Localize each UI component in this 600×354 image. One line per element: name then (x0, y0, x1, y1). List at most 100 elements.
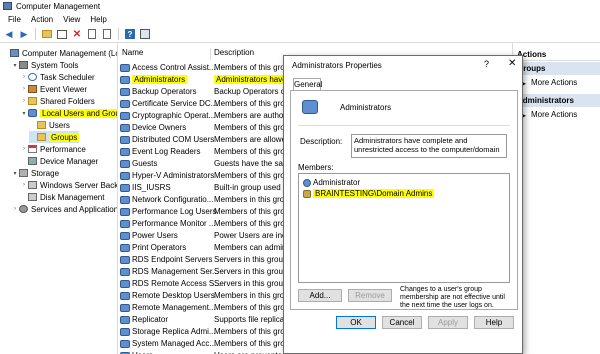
dialog-title: Administrators Properties (292, 61, 382, 70)
delete-icon[interactable]: ✕ (71, 28, 83, 40)
group-description-cell: Backup Operators can (214, 87, 294, 96)
group-name-cell: Cryptographic Operat... (132, 111, 216, 120)
group-name-cell: Performance Monitor ... (132, 219, 216, 228)
tree-item[interactable]: ▾ Storage (11, 167, 59, 179)
up-folder-icon[interactable] (41, 28, 53, 40)
more-actions-administrators[interactable]: ▸ More Actions (513, 108, 600, 121)
group-name-cell: Event Log Readers (132, 147, 201, 156)
forward-arrow-icon[interactable]: ▶ (18, 28, 30, 40)
tree-item[interactable]: › Performance (20, 143, 86, 155)
group-description-cell: Members of this grou (214, 303, 290, 312)
group-icon (120, 100, 130, 108)
user-icon (303, 178, 311, 187)
expand-arrow-icon[interactable]: › (20, 146, 28, 152)
group-name-cell: RDS Management Ser... (132, 267, 219, 276)
actions-pane: Actions Groups ▸ More Actions Administra… (512, 43, 600, 354)
group-description-cell: Members in this group (214, 291, 294, 300)
list-item[interactable]: BRAINTESTING\Domain Admins (303, 188, 435, 199)
group-description-cell: Members are allowed (214, 135, 291, 144)
tree-item-label: Local Users and Groups (40, 108, 117, 118)
group-icon (120, 340, 130, 348)
help-button[interactable]: Help (474, 316, 514, 329)
add-button[interactable]: Add... (298, 289, 342, 302)
description-field[interactable]: Administrators have complete and unrestr… (351, 134, 507, 158)
export-list-icon[interactable] (101, 28, 113, 40)
expand-arrow-icon[interactable]: › (20, 182, 28, 188)
menu-action[interactable]: Action (26, 13, 58, 26)
tree-item-label: Storage (31, 168, 60, 178)
tree-item[interactable]: Computer Management (Local (2, 47, 117, 59)
members-list[interactable]: Administrator BRAINTESTING\Domain Admins (298, 173, 510, 283)
group-icon (120, 208, 130, 216)
properties-icon[interactable] (86, 28, 98, 40)
group-description-cell: Members are authoriz (214, 111, 292, 120)
actions-section-groups[interactable]: Groups (513, 62, 600, 75)
expand-arrow-icon[interactable]: › (20, 74, 28, 80)
group-icon (120, 148, 130, 156)
event-viewer-icon (28, 85, 37, 93)
expand-arrow-icon[interactable]: › (20, 86, 28, 92)
menu-view[interactable]: View (58, 13, 85, 26)
back-arrow-icon[interactable]: ◀ (3, 28, 15, 40)
tree-item-label: Computer Management (Local (22, 48, 117, 58)
action-pane-icon[interactable] (139, 28, 151, 40)
collapse-arrow-icon[interactable]: ▾ (11, 62, 19, 69)
help-icon[interactable]: ? (124, 28, 136, 40)
tree-item[interactable]: › Shared Folders (20, 95, 95, 107)
column-divider[interactable] (210, 48, 211, 60)
tree-item[interactable]: › Services and Applications (11, 203, 117, 215)
tree-item[interactable]: ▾ Local Users and Groups (20, 107, 117, 119)
column-header-description[interactable]: Description (214, 48, 254, 57)
dialog-close-icon[interactable]: ✕ (508, 58, 516, 69)
group-icon (120, 172, 130, 180)
navigation-tree: Computer Management (Local▾System Tools›… (0, 43, 118, 354)
group-name-cell: Access Control Assist... (132, 63, 216, 72)
group-name-cell: Distributed COM Users (132, 135, 215, 144)
expand-arrow-icon[interactable]: › (20, 98, 28, 104)
tree-item[interactable]: Users (29, 119, 70, 131)
expand-arrow-icon[interactable]: › (11, 206, 19, 212)
group-icon (120, 220, 130, 228)
group-icon (120, 328, 130, 336)
ok-button[interactable]: OK (336, 316, 376, 329)
show-hide-tree-icon[interactable] (56, 28, 68, 40)
cancel-button[interactable]: Cancel (382, 316, 422, 329)
group-description-cell: Members of this grou (214, 219, 290, 228)
group-name-cell: IIS_IUSRS (132, 183, 171, 192)
actions-section-administrators[interactable]: Administrators (513, 94, 600, 107)
group-name-cell: Power Users (132, 231, 178, 240)
tree-item[interactable]: › Event Viewer (20, 83, 87, 95)
tree-item[interactable]: ▾ System Tools (11, 59, 78, 71)
group-icon (120, 232, 130, 240)
group-description-cell: Supports file replicati (214, 315, 289, 324)
apply-button[interactable]: Apply (428, 316, 468, 329)
local-users-groups-icon (28, 109, 37, 117)
services-icon (19, 205, 28, 213)
group-name-cell: Backup Operators (132, 87, 197, 96)
list-item[interactable]: Administrator (303, 177, 360, 188)
group-description-cell: Members of this grou (214, 99, 290, 108)
column-header-name[interactable]: Name (122, 48, 143, 57)
group-description-cell: Built-in group used by (214, 183, 292, 192)
dialog-help-button[interactable]: ? (484, 59, 489, 69)
menu-file[interactable]: File (3, 13, 26, 26)
more-actions-groups[interactable]: ▸ More Actions (513, 76, 600, 89)
group-icon (120, 124, 130, 132)
tab-general[interactable]: General (293, 78, 322, 90)
group-icon (120, 112, 130, 120)
group-description-cell: Servers in this group (214, 267, 288, 276)
tab-strip: General (290, 78, 518, 90)
group-description-cell: Members of this grou (214, 123, 290, 132)
tree-item[interactable]: › Task Scheduler (20, 71, 95, 83)
menu-help[interactable]: Help (85, 13, 111, 26)
tree-item[interactable]: › Windows Server Backup (20, 179, 117, 191)
group-icon (120, 304, 130, 312)
tree-item[interactable]: Disk Management (20, 191, 104, 203)
collapse-arrow-icon[interactable]: ▾ (20, 110, 28, 117)
group-name-cell: Replicator (132, 315, 169, 324)
tree-item[interactable]: Device Manager (20, 155, 98, 167)
tree-item[interactable]: Groups (29, 131, 80, 143)
description-label: Description: (300, 137, 343, 146)
collapse-arrow-icon[interactable]: ▾ (11, 170, 19, 177)
remove-button[interactable]: Remove (348, 289, 392, 302)
